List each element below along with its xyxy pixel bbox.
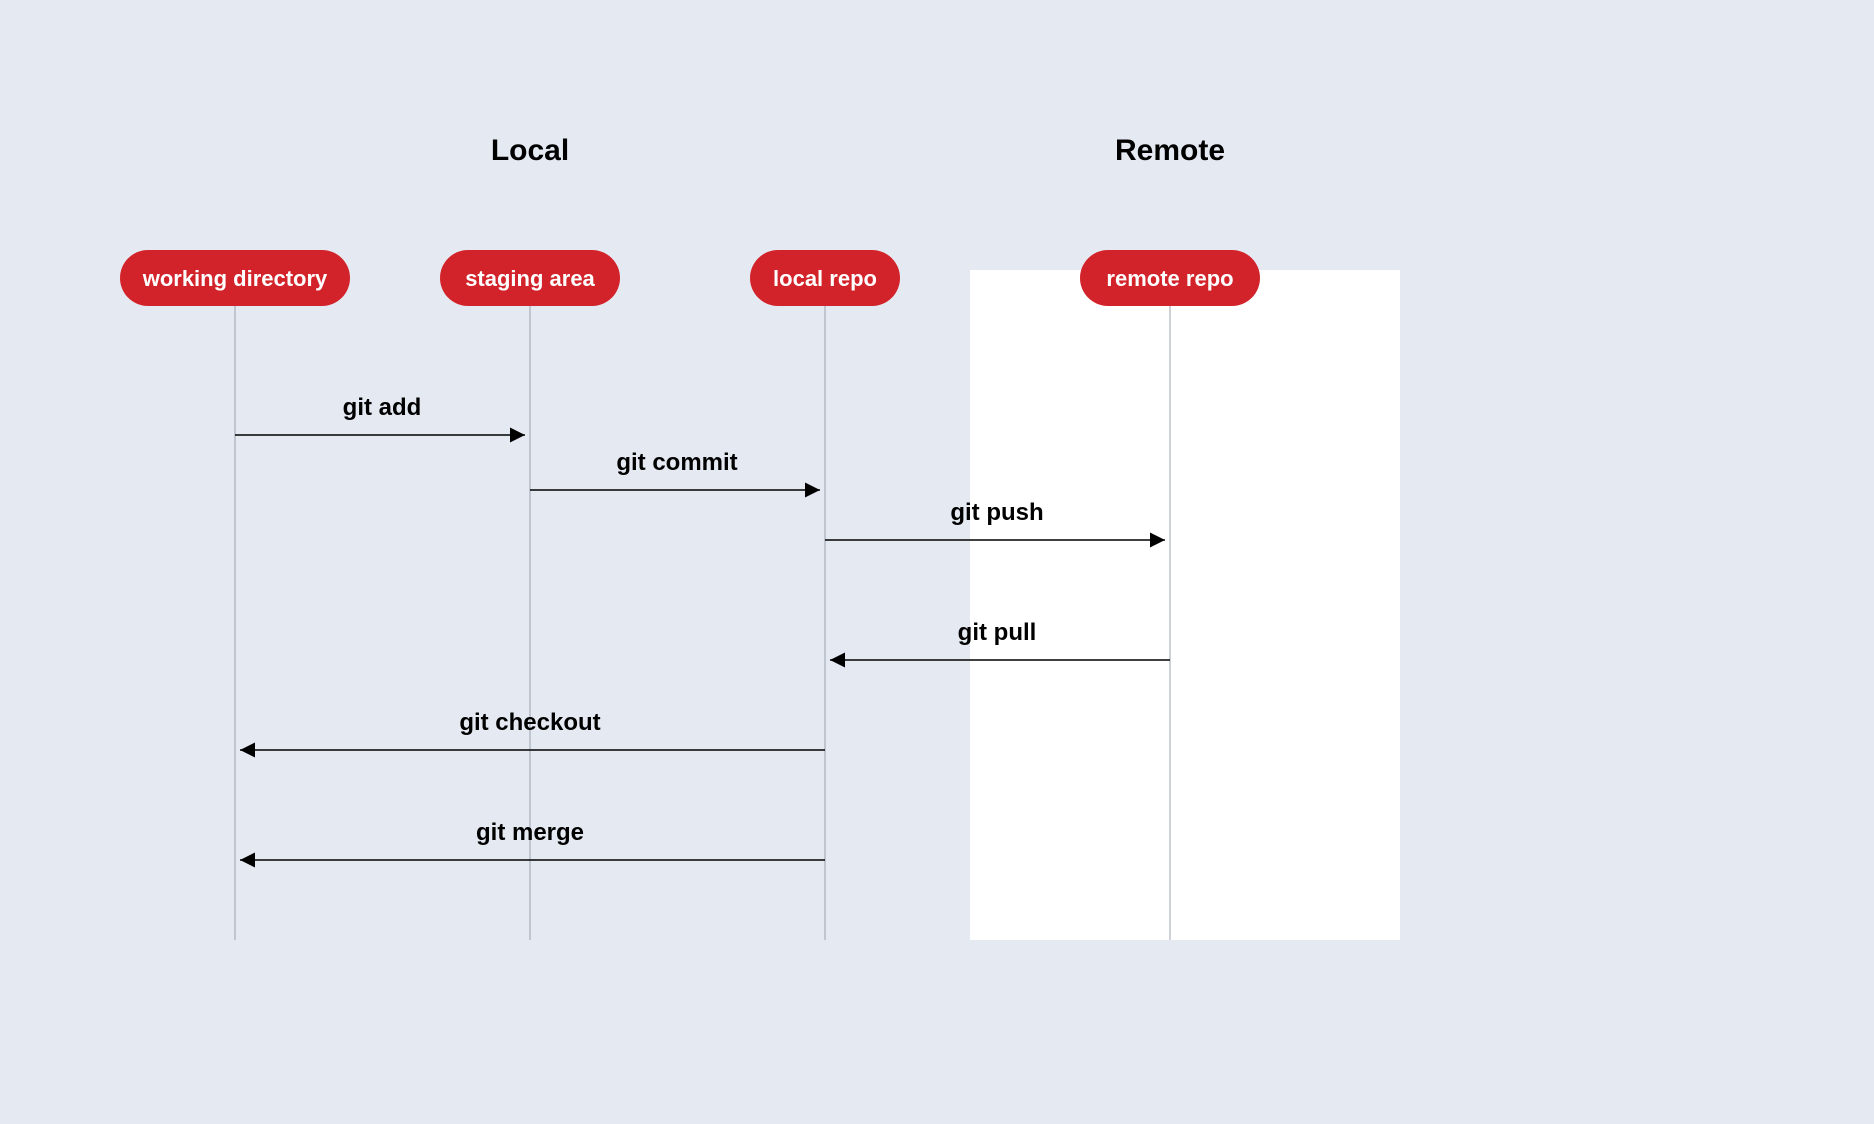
group-title-remote: Remote [1115,134,1225,167]
svg-text:working directory: working directory [142,266,328,291]
remote-region-box [970,270,1400,940]
lane-pill-staging-area: staging area [440,250,620,306]
lane-pill-local-repo: local repo [750,250,900,306]
lane-pill-remote-repo: remote repo [1080,250,1260,306]
cmd-label-git-commit: git commit [616,449,737,476]
cmd-label-git-push: git push [950,499,1043,526]
diagram-background [0,0,1874,1124]
svg-text:local repo: local repo [773,266,877,291]
cmd-label-git-merge: git merge [476,819,584,846]
cmd-label-git-add: git add [343,394,422,421]
lane-pill-working-directory: working directory [120,250,350,306]
svg-text:remote repo: remote repo [1106,266,1233,291]
cmd-label-git-checkout: git checkout [459,709,600,736]
git-workflow-diagram: Local Remote working directory staging a… [0,0,1874,1124]
cmd-label-git-pull: git pull [958,619,1037,646]
group-title-local: Local [491,134,569,167]
svg-text:staging area: staging area [465,266,595,291]
